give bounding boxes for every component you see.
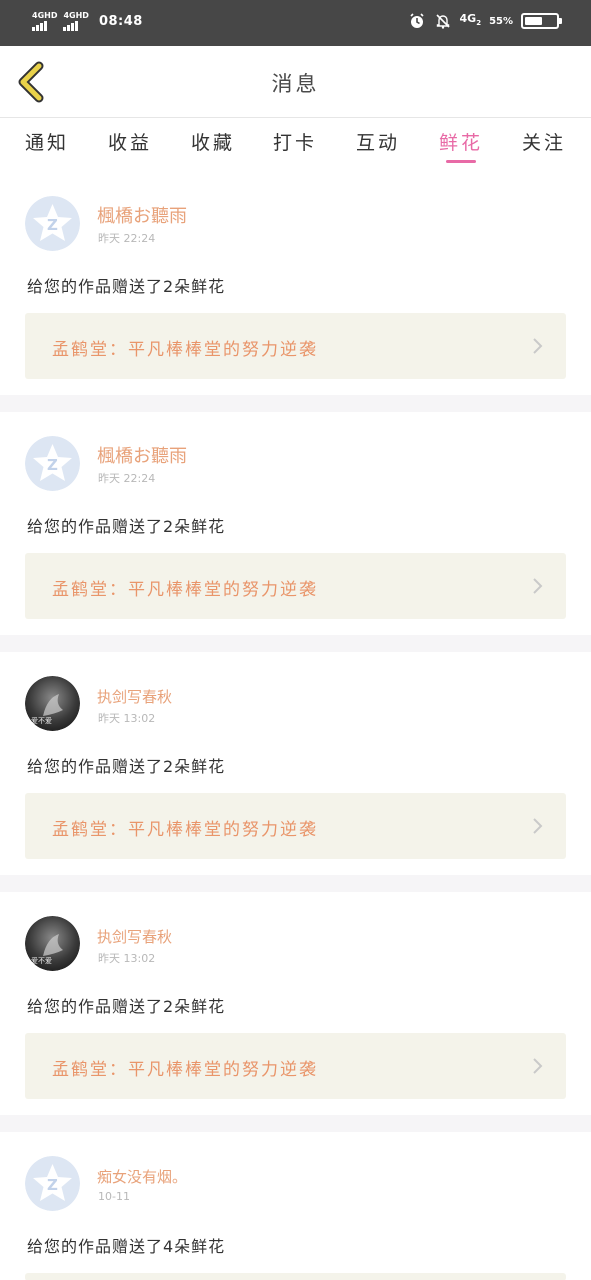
clock: 08:48 bbox=[98, 14, 143, 29]
username[interactable]: 楓橋お聽雨 bbox=[97, 202, 187, 228]
avatar[interactable]: Z bbox=[25, 436, 80, 491]
scroll-indicator bbox=[0, 1275, 591, 1280]
message-item: Z 楓橋お聽雨 昨天 22:24 给您的作品赠送了2朵鲜花 孟鹤堂：平凡棒棒堂的… bbox=[0, 412, 591, 635]
timestamp: 昨天 13:02 bbox=[98, 952, 156, 965]
username[interactable]: 执剑写春秋 bbox=[97, 926, 172, 947]
alarm-icon bbox=[408, 12, 426, 30]
avatar-caption: 爱不爱 bbox=[31, 957, 52, 965]
chevron-right-icon bbox=[533, 578, 543, 594]
avatar[interactable]: 爱不爱 bbox=[25, 676, 80, 731]
message-text: 给您的作品赠送了2朵鲜花 bbox=[27, 277, 226, 296]
tab-earnings[interactable]: 收益 bbox=[108, 128, 152, 155]
notification-muted-icon bbox=[434, 12, 452, 30]
signal-strength-1: 4GHD bbox=[32, 12, 57, 31]
tab-follow[interactable]: 关注 bbox=[522, 128, 566, 155]
tab-checkin[interactable]: 打卡 bbox=[273, 128, 317, 155]
tab-favorites[interactable]: 收藏 bbox=[191, 128, 235, 155]
timestamp: 昨天 13:02 bbox=[98, 712, 156, 725]
divider bbox=[0, 395, 591, 412]
work-title: 孟鹤堂：平凡棒棒堂的努力逆袭 bbox=[52, 580, 318, 600]
message-text: 给您的作品赠送了2朵鲜花 bbox=[27, 517, 226, 536]
username[interactable]: 痴女没有烟。 bbox=[97, 1166, 187, 1187]
message-text: 给您的作品赠送了2朵鲜花 bbox=[27, 997, 226, 1016]
svg-text:Z: Z bbox=[47, 216, 58, 234]
timestamp: 昨天 22:24 bbox=[98, 472, 156, 485]
divider bbox=[0, 1115, 591, 1132]
page-title: 消息 bbox=[271, 72, 320, 96]
message-item: 爱不爱 执剑写春秋 昨天 13:02 给您的作品赠送了2朵鲜花 孟鹤堂：平凡棒棒… bbox=[0, 892, 591, 1115]
network-type: 4G2 bbox=[459, 11, 482, 28]
avatar-caption: 爱不爱 bbox=[31, 717, 52, 725]
tab-flowers[interactable]: 鲜花 bbox=[439, 128, 483, 155]
avatar[interactable]: Z bbox=[25, 1156, 80, 1211]
work-link[interactable]: 孟鹤堂：平凡棒棒堂的努力逆袭 bbox=[25, 553, 566, 619]
work-link[interactable]: 孟鹤堂：平凡棒棒堂的努力逆袭 bbox=[25, 793, 566, 859]
message-item: 爱不爱 执剑写春秋 昨天 13:02 给您的作品赠送了2朵鲜花 孟鹤堂：平凡棒棒… bbox=[0, 652, 591, 875]
username[interactable]: 执剑写春秋 bbox=[97, 686, 172, 707]
work-link[interactable]: 孟鹤堂：平凡棒棒堂的努力逆袭 bbox=[25, 1033, 566, 1099]
avatar[interactable]: 爱不爱 bbox=[25, 916, 80, 971]
chevron-right-icon bbox=[533, 338, 543, 354]
signal-1-label: 4GHD bbox=[32, 11, 58, 20]
work-title: 孟鹤堂：平凡棒棒堂的努力逆袭 bbox=[52, 820, 318, 840]
battery-percent: 55% bbox=[489, 15, 513, 27]
work-title: 孟鹤堂：平凡棒棒堂的努力逆袭 bbox=[52, 1060, 318, 1080]
signal-strength-2: 4GHD bbox=[63, 11, 89, 31]
divider bbox=[0, 635, 591, 652]
message-item: Z 楓橋お聽雨 昨天 22:24 给您的作品赠送了2朵鲜花 孟鹤堂：平凡棒棒堂的… bbox=[0, 180, 591, 395]
chevron-right-icon bbox=[533, 1058, 543, 1074]
work-title: 孟鹤堂：平凡棒棒堂的努力逆袭 bbox=[52, 340, 318, 360]
svg-text:Z: Z bbox=[47, 1176, 58, 1194]
status-bar: 4GHD 4GHD 08:48 4G2 55% bbox=[0, 0, 591, 46]
svg-text:Z: Z bbox=[47, 456, 58, 474]
message-text: 给您的作品赠送了2朵鲜花 bbox=[27, 757, 226, 776]
chevron-right-icon bbox=[533, 818, 543, 834]
tab-notifications[interactable]: 通知 bbox=[25, 128, 69, 155]
message-item: Z 痴女没有烟。 10-11 给您的作品赠送了4朵鲜花 bbox=[0, 1132, 591, 1280]
timestamp: 10-11 bbox=[98, 1190, 130, 1203]
username[interactable]: 楓橋お聽雨 bbox=[97, 442, 187, 468]
message-text: 给您的作品赠送了4朵鲜花 bbox=[27, 1237, 226, 1256]
signal-2-label: 4GHD bbox=[63, 11, 89, 20]
tab-bar: 通知 收益 收藏 打卡 互动 鲜花 关注 bbox=[0, 118, 591, 168]
battery-icon bbox=[521, 13, 562, 29]
active-tab-indicator bbox=[446, 160, 476, 163]
divider bbox=[0, 875, 591, 892]
header: 消息 bbox=[0, 46, 591, 118]
avatar[interactable]: Z bbox=[25, 196, 80, 251]
work-link[interactable]: 孟鹤堂：平凡棒棒堂的努力逆袭 bbox=[25, 313, 566, 379]
timestamp: 昨天 22:24 bbox=[98, 232, 156, 245]
tab-interactions[interactable]: 互动 bbox=[356, 128, 400, 155]
